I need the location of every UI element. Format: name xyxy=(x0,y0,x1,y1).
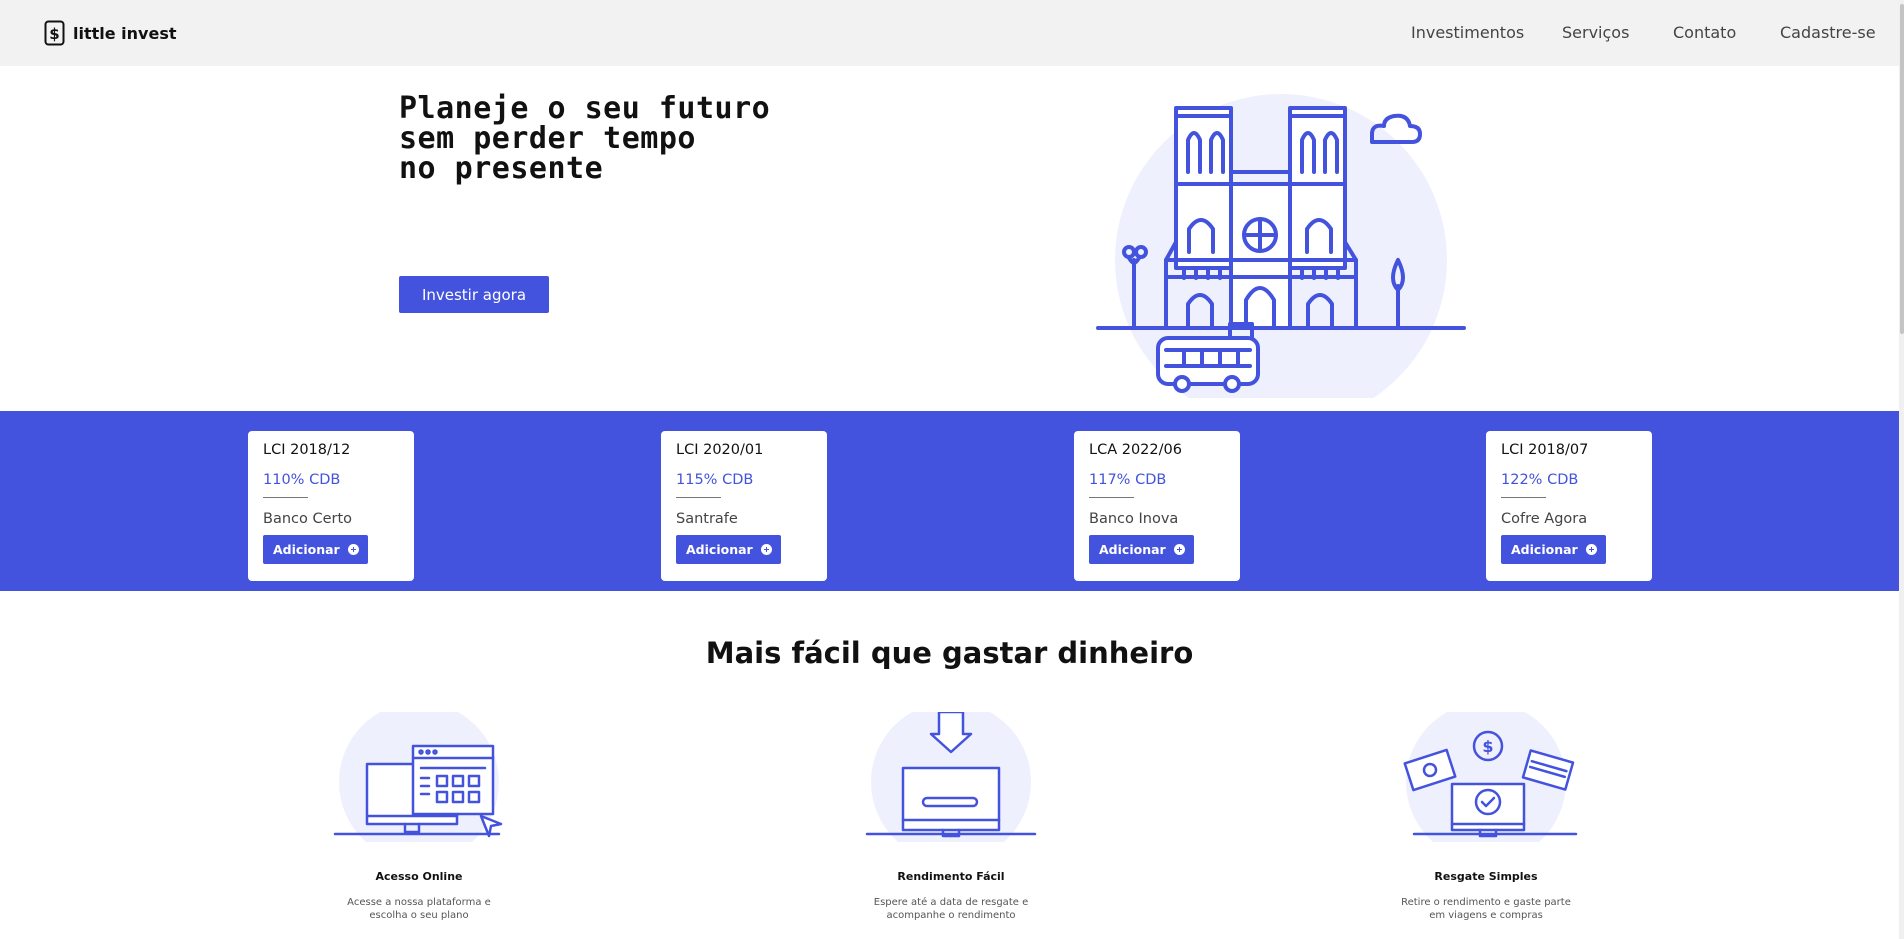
feature-description-line: escolha o seu plano xyxy=(369,910,469,921)
feature-title: Acesso Online xyxy=(375,870,463,883)
brand-logo[interactable]: $ little invest xyxy=(44,20,177,46)
feature-description-line: Retire o rendimento e gaste parte xyxy=(1401,897,1571,908)
card-bank: Cofre Agora xyxy=(1501,511,1588,527)
feature-description: Espere até a data de resgate e acompanhe… xyxy=(836,896,1066,922)
hero-title-line: sem perder tempo xyxy=(399,121,696,156)
feature-simple-withdraw: $ Resgate Simples Retire o rendimento e … xyxy=(1371,712,1601,921)
card-rate: 115% CDB xyxy=(676,472,754,488)
add-button[interactable]: Adicionar xyxy=(263,535,368,564)
plus-circle-icon xyxy=(348,544,359,555)
plus-circle-icon xyxy=(761,544,772,555)
add-button[interactable]: Adicionar xyxy=(1089,535,1194,564)
card-title: LCI 2018/12 xyxy=(263,442,351,458)
nav-servicos[interactable]: Serviços xyxy=(1562,23,1629,42)
feature-description-line: Acesse a nossa plataforma e xyxy=(347,897,491,908)
invest-now-button[interactable]: Investir agora xyxy=(399,276,549,313)
add-button[interactable]: Adicionar xyxy=(676,535,781,564)
card-title: LCA 2022/06 xyxy=(1089,442,1182,458)
plus-circle-icon xyxy=(1174,544,1185,555)
card-rate: 122% CDB xyxy=(1501,472,1579,488)
feature-online-access: Acesso Online Acesse a nossa plataforma … xyxy=(304,712,534,921)
card-divider xyxy=(1501,497,1546,498)
card-rate: 117% CDB xyxy=(1089,472,1167,488)
card-bank: Banco Inova xyxy=(1089,511,1179,527)
dollar-icon: $ xyxy=(44,20,65,46)
add-button-label: Adicionar xyxy=(1511,542,1578,557)
svg-text:$: $ xyxy=(49,25,59,43)
card-bank: Santrafe xyxy=(676,511,738,527)
svg-text:$: $ xyxy=(1482,737,1493,756)
card-title: LCI 2020/01 xyxy=(676,442,764,458)
hero-title-line: no presente xyxy=(399,151,604,186)
cathedral-illustration xyxy=(1096,94,1466,398)
feature-easy-yield: Rendimento Fácil Espere até a data de re… xyxy=(836,712,1066,921)
features-title: Mais fácil que gastar dinheiro xyxy=(705,636,1194,670)
add-button-label: Adicionar xyxy=(273,542,340,557)
feature-description-line: em viagens e compras xyxy=(1429,910,1543,921)
investments-band: LCI 2018/12 110% CDB Banco Certo Adicion… xyxy=(0,411,1899,591)
online-access-icon xyxy=(333,712,503,842)
card-rate: 110% CDB xyxy=(263,472,341,488)
feature-description-line: acompanhe o rendimento xyxy=(886,910,1016,921)
feature-title: Resgate Simples xyxy=(1434,870,1538,883)
card-divider xyxy=(1089,497,1134,498)
feature-description-line: Espere até a data de resgate e xyxy=(873,897,1029,908)
card-bank: Banco Certo xyxy=(263,511,353,527)
hero-title-line: Planeje o seu futuro xyxy=(399,91,771,126)
brand-name: little invest xyxy=(73,23,177,43)
top-header: $ little invest Investimentos Serviços C… xyxy=(0,0,1899,66)
add-button[interactable]: Adicionar xyxy=(1501,535,1606,564)
add-button-label: Adicionar xyxy=(686,542,753,557)
download-monitor-icon xyxy=(865,712,1037,842)
investment-card: LCI 2018/07 122% CDB Cofre Agora Adicion… xyxy=(1486,431,1652,581)
feature-description: Retire o rendimento e gaste parte em via… xyxy=(1371,896,1601,922)
investment-card: LCI 2020/01 115% CDB Santrafe Adicionar xyxy=(661,431,827,581)
nav-cadastre-se[interactable]: Cadastre-se xyxy=(1780,23,1876,42)
card-divider xyxy=(676,497,721,498)
investment-card: LCI 2018/12 110% CDB Banco Certo Adicion… xyxy=(248,431,414,581)
card-title: LCI 2018/07 xyxy=(1501,442,1589,458)
card-divider xyxy=(263,497,308,498)
nav-contato[interactable]: Contato xyxy=(1673,23,1736,42)
add-button-label: Adicionar xyxy=(1099,542,1166,557)
scrollbar-thumb[interactable] xyxy=(1900,4,1904,334)
investment-card: LCA 2022/06 117% CDB Banco Inova Adicion… xyxy=(1074,431,1240,581)
page-scrollbar[interactable] xyxy=(1899,0,1904,939)
plus-circle-icon xyxy=(1586,544,1597,555)
hero-title: Planeje o seu futuro sem perder tempo no… xyxy=(399,94,770,184)
nav-investimentos[interactable]: Investimentos xyxy=(1411,23,1524,42)
feature-title: Rendimento Fácil xyxy=(897,870,1005,883)
feature-description: Acesse a nossa plataforma e escolha o se… xyxy=(304,896,534,922)
money-monitor-icon: $ xyxy=(1403,712,1578,842)
